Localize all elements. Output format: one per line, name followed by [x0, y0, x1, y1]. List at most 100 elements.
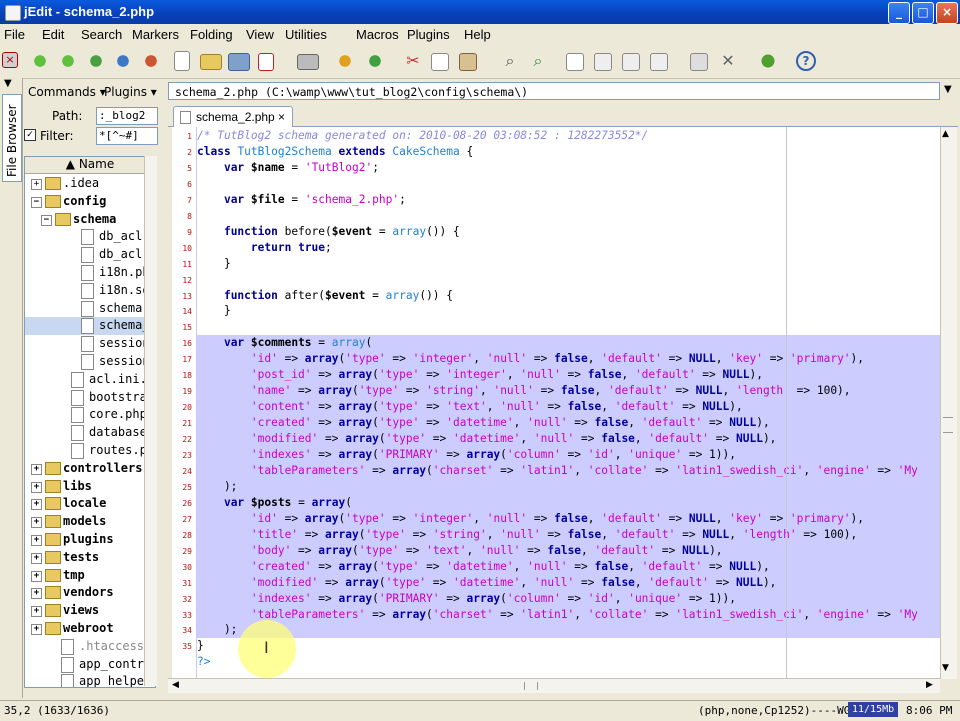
- tree-folder[interactable]: + webroot: [25, 620, 155, 638]
- cut-icon[interactable]: ✂: [403, 51, 423, 71]
- tree-file[interactable]: schema_2.php: [25, 317, 155, 336]
- tree-file[interactable]: i18n.sql: [25, 282, 155, 300]
- expand-icon[interactable]: +: [31, 606, 42, 618]
- path-combo[interactable]: :_blog2: [96, 107, 158, 125]
- home-icon[interactable]: [141, 51, 161, 71]
- tree-folder[interactable]: + controllers: [25, 460, 155, 478]
- buffer-mode[interactable]: (php,none,Cp1252)----WG: [698, 704, 850, 717]
- buffer-options-icon[interactable]: [690, 53, 708, 71]
- code-line[interactable]: 'id' => array('type' => 'integer', 'null…: [197, 510, 940, 527]
- tree-file[interactable]: acl.ini.php: [25, 371, 155, 389]
- code-line[interactable]: 'tableParameters' => array('charset' => …: [197, 606, 940, 623]
- back-arrow-icon[interactable]: [30, 51, 50, 71]
- expand-icon[interactable]: +: [31, 535, 42, 546]
- tree-header-name[interactable]: ▲ Name: [25, 157, 155, 174]
- tree-file[interactable]: sessions.php: [25, 335, 155, 353]
- tree-folder[interactable]: − config: [25, 193, 155, 211]
- save-icon[interactable]: [228, 53, 250, 71]
- code-line[interactable]: ?>: [197, 654, 210, 670]
- menu-view[interactable]: View: [246, 27, 274, 42]
- code-line[interactable]: 'modified' => array('type' => 'datetime'…: [197, 574, 940, 591]
- menu-macros[interactable]: Macros: [356, 27, 399, 42]
- code-line[interactable]: /* TutBlog2 schema generated on: 2010-08…: [197, 128, 648, 144]
- buffer-dropdown-arrow-icon[interactable]: ▼: [944, 84, 952, 95]
- code-line[interactable]: 'indexes' => array('PRIMARY' => array('c…: [197, 590, 940, 607]
- global-options-icon[interactable]: ✕: [718, 51, 738, 71]
- close-button[interactable]: ×: [936, 2, 958, 24]
- expand-icon[interactable]: +: [31, 179, 42, 190]
- scroll-up-icon[interactable]: ▲: [942, 129, 949, 139]
- tree-file[interactable]: routes.php: [25, 442, 155, 460]
- redo-icon[interactable]: [365, 51, 385, 71]
- commands-menu[interactable]: Commands ▾: [28, 85, 106, 99]
- code-line[interactable]: }: [197, 638, 204, 654]
- code-line[interactable]: );: [197, 622, 940, 639]
- tree-file[interactable]: db_acl.sql: [25, 246, 155, 264]
- code-line[interactable]: }: [197, 303, 231, 319]
- help-icon[interactable]: ?: [796, 51, 816, 71]
- forward-arrow-icon[interactable]: [58, 51, 78, 71]
- close-dock-icon[interactable]: ×: [2, 52, 18, 68]
- code-line[interactable]: var $file = 'schema_2.php';: [197, 192, 406, 208]
- tree-folder[interactable]: + models: [25, 513, 155, 531]
- code-line[interactable]: 'title' => array('type' => 'string', 'nu…: [197, 526, 940, 543]
- tree-folder[interactable]: + tmp: [25, 567, 155, 585]
- split-vertical-icon[interactable]: [622, 53, 640, 71]
- unsplit-icon[interactable]: [650, 53, 668, 71]
- tree-file[interactable]: app_controller.php: [25, 656, 155, 674]
- menu-search[interactable]: Search: [81, 27, 122, 42]
- find-in-files-icon[interactable]: ⌕: [528, 51, 548, 71]
- copy-icon[interactable]: [431, 53, 449, 71]
- menu-utilities[interactable]: Utilities: [285, 27, 327, 42]
- menu-folding[interactable]: Folding: [190, 27, 233, 42]
- tree-file[interactable]: app_helper.php: [25, 673, 155, 687]
- code-line[interactable]: class TutBlog2Schema extends CakeSchema …: [197, 144, 473, 160]
- tree-file[interactable]: bootstrap.php: [25, 389, 155, 407]
- scroll-left-icon[interactable]: ◀: [172, 680, 179, 690]
- undo-icon[interactable]: [335, 51, 355, 71]
- expand-icon[interactable]: +: [31, 517, 42, 529]
- vertical-scrollbar[interactable]: ▲ ▼: [940, 127, 957, 679]
- tree-folder[interactable]: − schema: [25, 211, 155, 229]
- expand-icon[interactable]: +: [31, 570, 42, 582]
- collapse-icon[interactable]: −: [41, 214, 52, 226]
- split-horizontal-icon[interactable]: [594, 53, 612, 71]
- tree-file[interactable]: sessions.sql: [25, 353, 155, 371]
- collapse-icon[interactable]: −: [31, 196, 42, 208]
- code-line[interactable]: 'created' => array('type' => 'datetime',…: [197, 558, 940, 575]
- filter-checkbox[interactable]: ✓: [24, 129, 36, 141]
- code-line[interactable]: 'content' => array('type' => 'text', 'nu…: [197, 399, 940, 416]
- expand-icon[interactable]: +: [31, 588, 42, 600]
- horizontal-scrollbar[interactable]: ◀ ▶: [168, 678, 940, 693]
- print-icon[interactable]: [297, 54, 319, 70]
- open-file-icon[interactable]: [200, 54, 222, 70]
- buffer-switcher-combo[interactable]: schema_2.php (C:\wamp\www\tut_blog2\conf…: [168, 82, 940, 100]
- code-line[interactable]: var $posts = array(: [197, 494, 940, 511]
- line-number-gutter[interactable]: 1 2 5 6 7 8 9 10 11 12 13 14 15 16 17 18 19 20 21 22 23 24 25 2…: [172, 127, 197, 679]
- file-browser-dock-tab[interactable]: File Browser: [2, 94, 22, 182]
- menu-markers[interactable]: Markers: [132, 27, 179, 42]
- maximize-button[interactable]: □: [912, 2, 934, 24]
- code-line[interactable]: }: [197, 256, 231, 272]
- code-line[interactable]: 'tableParameters' => array('charset' => …: [197, 462, 940, 479]
- memory-indicator[interactable]: 11/15Mb: [848, 702, 899, 717]
- reload-icon[interactable]: [113, 51, 133, 71]
- tab-schema-2[interactable]: schema_2.php ×: [173, 106, 293, 127]
- plugins-menu[interactable]: Plugins ▾: [104, 85, 157, 99]
- code-line[interactable]: 'id' => array('type' => 'integer', 'null…: [197, 351, 940, 368]
- code-line[interactable]: var $comments = array(: [197, 335, 940, 352]
- new-file-icon[interactable]: [174, 51, 190, 71]
- tree-scrollbar[interactable]: [144, 156, 157, 686]
- tab-close-icon[interactable]: ×: [278, 107, 285, 127]
- tree-folder[interactable]: + vendors: [25, 584, 155, 602]
- expand-icon[interactable]: +: [31, 552, 42, 564]
- caret-position[interactable]: 35,2 (1633/1636): [4, 704, 110, 717]
- tree-file[interactable]: .htaccess: [25, 638, 155, 656]
- scroll-right-icon[interactable]: ▶: [926, 680, 933, 690]
- filter-combo[interactable]: *[^~#]: [96, 127, 158, 145]
- expand-icon[interactable]: +: [31, 463, 42, 475]
- code-line[interactable]: function after($event = array()) {: [197, 288, 453, 304]
- tree-file[interactable]: database.php: [25, 424, 155, 442]
- paste-icon[interactable]: [459, 53, 477, 71]
- tree-file[interactable]: i18n.php: [25, 264, 155, 282]
